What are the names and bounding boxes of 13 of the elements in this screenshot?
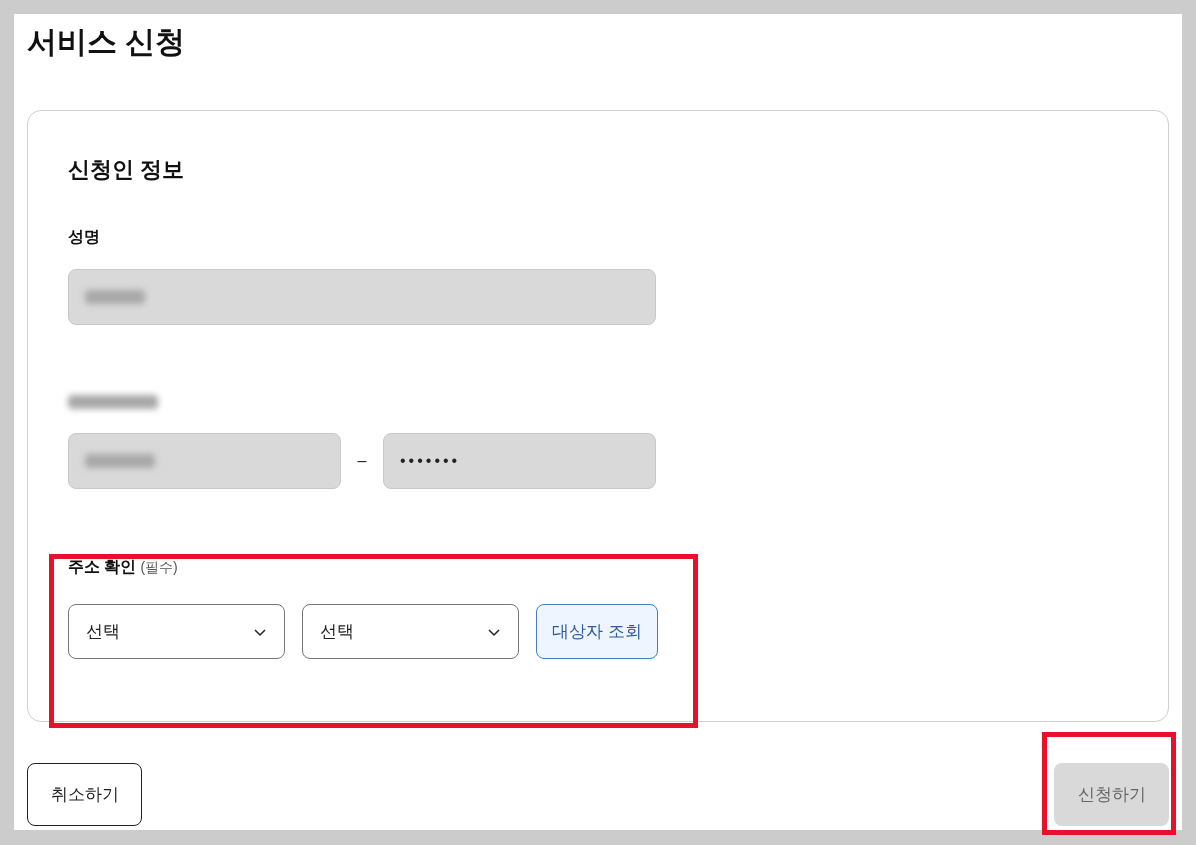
field-label: 주소 확인 bbox=[68, 557, 137, 577]
page-title: 서비스 신청 bbox=[27, 24, 186, 60]
dropdown-select[interactable]: 선택 bbox=[68, 604, 285, 659]
id-second-input-field[interactable]: ••••••• bbox=[383, 433, 656, 489]
lookup-button[interactable]: 대상자 조회 bbox=[536, 604, 658, 659]
field-label: 성명 bbox=[68, 227, 100, 247]
dropdown-select[interactable]: 선택 bbox=[302, 604, 519, 659]
name-input-field[interactable] bbox=[68, 269, 656, 325]
cancel-button[interactable]: 취소하기 bbox=[27, 763, 142, 826]
id-first-input-field[interactable] bbox=[68, 433, 341, 489]
required-hint: (필수) bbox=[140, 558, 178, 577]
separator-dash: – bbox=[356, 451, 368, 471]
section-title: 신청인 정보 bbox=[68, 156, 185, 184]
